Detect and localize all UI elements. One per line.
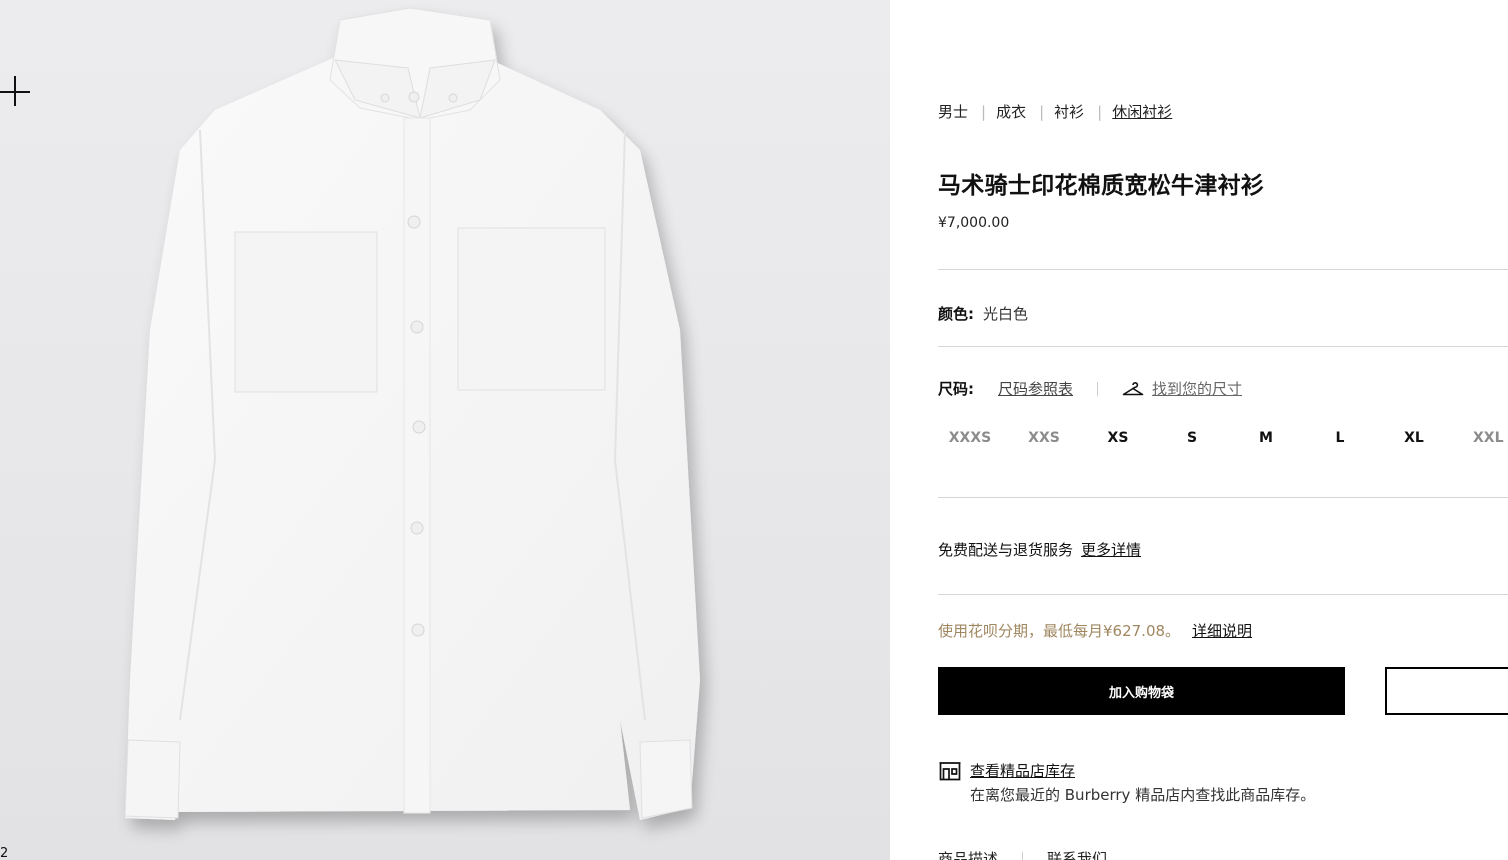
product-price: ¥7,000.00 xyxy=(938,215,1010,231)
divider xyxy=(938,497,1508,498)
installment-info: 使用花呗分期，最低每月¥627.08。 详细说明 xyxy=(938,620,1252,641)
shipping-more-link[interactable]: 更多详情 xyxy=(1081,539,1141,560)
product-info-panel: 男士 | 成衣 | 衬衫 | 休闲衬衫 马术骑士印花棉质宽松牛津衬衫 ¥7,00… xyxy=(938,0,1508,860)
add-to-bag-button[interactable]: 加入购物袋 xyxy=(938,667,1345,715)
product-image[interactable] xyxy=(0,0,890,860)
color-value: 光白色 xyxy=(983,305,1029,323)
color-row: 颜色: 光白色 xyxy=(938,303,1028,324)
size-option-s[interactable]: S xyxy=(1157,430,1227,446)
breadcrumb-separator: | xyxy=(981,102,987,121)
size-option-m[interactable]: M xyxy=(1231,430,1301,446)
hanger-icon[interactable] xyxy=(1122,381,1144,397)
size-option-xxl[interactable]: XXL xyxy=(1453,430,1508,446)
breadcrumb: 男士 | 成衣 | 衬衫 | 休闲衬衫 xyxy=(938,101,1172,122)
shipping-info: 免费配送与退货服务 更多详情 xyxy=(938,539,1141,560)
size-chart-link[interactable]: 尺码参照表 xyxy=(998,378,1073,399)
divider xyxy=(938,269,1508,270)
installment-detail-link[interactable]: 详细说明 xyxy=(1192,620,1252,641)
product-image-panel[interactable]: 2 xyxy=(0,0,890,860)
tab-contact-us[interactable]: 联系我们 xyxy=(1047,848,1107,860)
size-finder-link[interactable]: 找到您的尺寸 xyxy=(1152,378,1242,399)
breadcrumb-separator: | xyxy=(1097,102,1103,121)
size-option-xxxs[interactable]: XXXS xyxy=(935,430,1005,446)
breadcrumb-ready-to-wear[interactable]: 成衣 xyxy=(996,101,1026,122)
size-option-xxs[interactable]: XXS xyxy=(1009,430,1079,446)
store-stock-description: 在离您最近的 Burberry 精品店内查找此商品库存。 xyxy=(970,786,1316,804)
store-icon xyxy=(939,762,961,781)
size-option-l[interactable]: L xyxy=(1305,430,1375,446)
secondary-action-button[interactable] xyxy=(1385,667,1508,715)
color-label: 颜色: xyxy=(938,305,974,323)
breadcrumb-men[interactable]: 男士 xyxy=(938,101,968,122)
divider xyxy=(1022,851,1024,860)
breadcrumb-separator: | xyxy=(1039,102,1045,121)
tab-product-description[interactable]: 商品描述 xyxy=(938,848,998,860)
size-options: XXXS XXS XS S M L XL XXL xyxy=(938,430,1508,452)
plus-icon[interactable] xyxy=(0,76,32,108)
bottom-tabs: 商品描述 联系我们 xyxy=(938,848,1107,860)
size-option-xl[interactable]: XL xyxy=(1379,430,1449,446)
divider xyxy=(938,346,1508,347)
installment-text: 使用花呗分期，最低每月¥627.08。 xyxy=(938,622,1181,640)
size-label: 尺码: xyxy=(938,380,974,398)
shipping-text: 免费配送与退货服务 xyxy=(938,541,1074,559)
breadcrumb-casual-shirts[interactable]: 休闲衬衫 xyxy=(1112,101,1172,122)
image-index: 2 xyxy=(0,846,9,860)
size-row: 尺码: 尺码参照表 找到您的尺寸 xyxy=(938,378,1242,399)
divider xyxy=(1097,381,1099,396)
store-stock-row: 查看精品店库存 xyxy=(938,760,1075,781)
breadcrumb-shirts[interactable]: 衬衫 xyxy=(1054,101,1084,122)
size-option-xs[interactable]: XS xyxy=(1083,430,1153,446)
product-title: 马术骑士印花棉质宽松牛津衬衫 xyxy=(938,173,1265,199)
divider xyxy=(938,594,1508,595)
store-stock-link[interactable]: 查看精品店库存 xyxy=(970,760,1075,781)
